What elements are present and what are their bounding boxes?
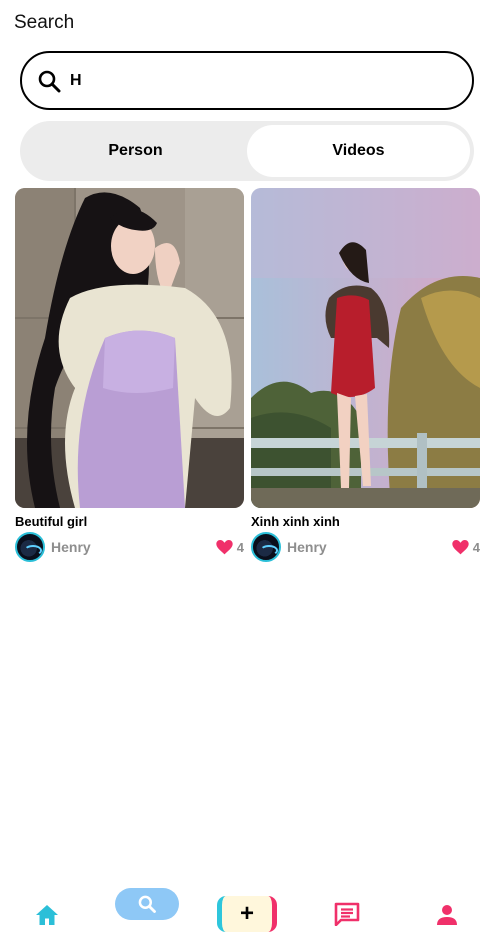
heart-icon [216, 539, 233, 554]
search-type-tabs: Person Videos [20, 121, 474, 181]
nav-create-button[interactable]: + [217, 896, 277, 932]
video-title: Xinh xinh xinh [251, 514, 340, 529]
search-input[interactable] [70, 71, 450, 90]
video-card[interactable]: Xinh xinh xinh Henry 4 [251, 188, 480, 562]
video-card[interactable]: Beutiful girl Henry 4 [15, 188, 244, 562]
author-name[interactable]: Henry [287, 539, 327, 555]
page-title: Search [14, 12, 75, 33]
video-meta: Henry 4 [15, 532, 244, 562]
author-name[interactable]: Henry [51, 539, 91, 555]
chat-icon [334, 902, 360, 926]
nav-profile[interactable] [433, 901, 461, 929]
heart-icon [452, 539, 469, 554]
like-count-value: 4 [472, 539, 480, 555]
search-bar[interactable] [20, 51, 474, 110]
nav-messages[interactable] [332, 900, 362, 928]
tab-videos[interactable]: Videos [247, 125, 470, 177]
home-icon [36, 905, 58, 925]
video-title: Beutiful girl [15, 514, 88, 529]
plus-icon: + [239, 900, 254, 927]
nav-search[interactable] [115, 888, 179, 920]
profile-icon [437, 905, 457, 925]
tab-person[interactable]: Person [24, 125, 247, 177]
nav-home[interactable] [32, 902, 62, 928]
bottom-nav: + [0, 880, 495, 940]
avatar[interactable] [251, 532, 281, 562]
video-meta: Henry 4 [251, 532, 480, 562]
avatar[interactable] [15, 532, 45, 562]
video-thumbnail[interactable] [251, 188, 480, 508]
like-count-value: 4 [236, 539, 244, 555]
search-icon [36, 68, 62, 94]
like-count[interactable]: 4 [216, 539, 244, 555]
search-icon [138, 895, 156, 913]
like-count[interactable]: 4 [452, 539, 480, 555]
video-thumbnail[interactable] [15, 188, 244, 508]
video-results-grid: Beutiful girl Henry 4 Xinh xinh xinh Hen… [15, 188, 480, 562]
